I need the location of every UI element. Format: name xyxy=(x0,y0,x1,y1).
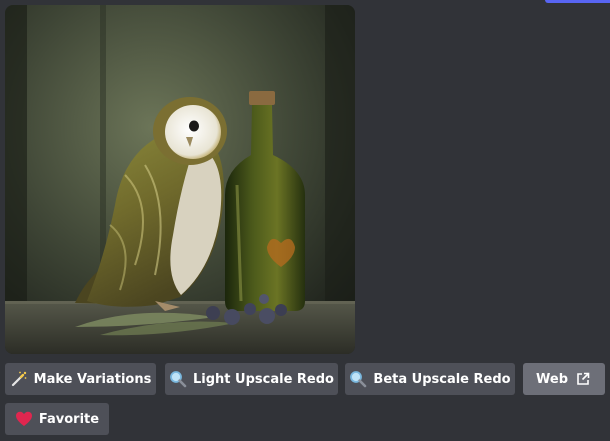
magnifying-glass-icon xyxy=(349,370,367,388)
light-upscale-redo-label: Light Upscale Redo xyxy=(193,371,334,387)
image-attachment[interactable] xyxy=(5,5,355,354)
magic-wand-icon xyxy=(10,370,28,388)
external-link-icon xyxy=(574,370,592,388)
beta-upscale-redo-button[interactable]: Beta Upscale Redo xyxy=(345,363,515,395)
web-link-button[interactable]: Web xyxy=(523,363,605,395)
owl-bottle-artwork xyxy=(5,5,355,354)
magnifying-glass-icon xyxy=(169,370,187,388)
light-upscale-redo-button[interactable]: Light Upscale Redo xyxy=(165,363,338,395)
make-variations-button[interactable]: Make Variations xyxy=(5,363,156,395)
favorite-label: Favorite xyxy=(38,411,100,427)
beta-upscale-redo-label: Beta Upscale Redo xyxy=(373,371,511,387)
heart-icon xyxy=(15,410,33,428)
web-label: Web xyxy=(536,371,568,387)
unread-indicator xyxy=(545,0,610,3)
make-variations-label: Make Variations xyxy=(33,371,152,387)
favorite-button[interactable]: Favorite xyxy=(5,403,109,435)
